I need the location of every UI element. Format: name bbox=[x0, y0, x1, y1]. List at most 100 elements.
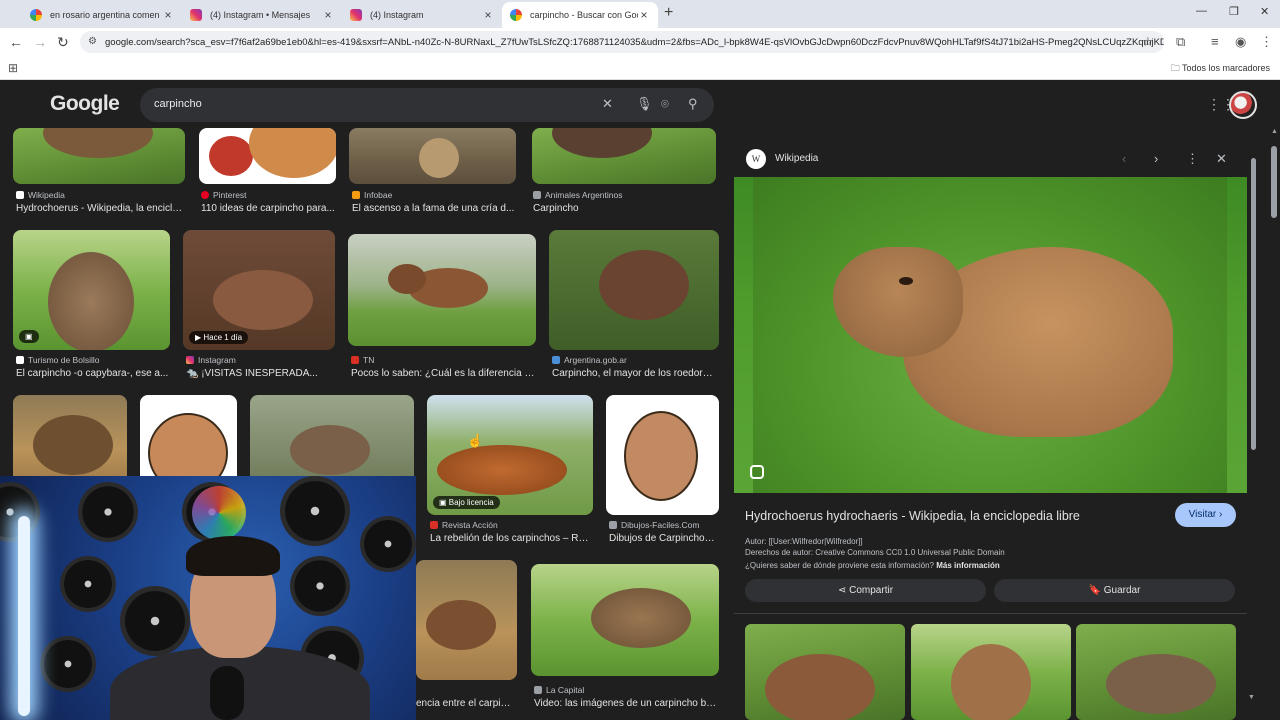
related-image[interactable] bbox=[745, 624, 905, 720]
avatar[interactable] bbox=[1229, 91, 1257, 119]
previous-icon[interactable]: ‹ bbox=[1122, 151, 1126, 166]
result-caption[interactable]: El ascenso a la fama de una cría d... bbox=[352, 203, 516, 214]
panel-header: W Wikipedia ‹ › ⋮ ✕ bbox=[734, 140, 1247, 178]
result-image[interactable] bbox=[531, 564, 719, 676]
panel-scrollbar[interactable] bbox=[1251, 150, 1256, 710]
close-icon[interactable]: × bbox=[162, 8, 174, 22]
close-icon[interactable]: × bbox=[482, 8, 494, 22]
result-caption[interactable]: 🐀 ¡VISITAS INESPERADA... bbox=[186, 368, 334, 379]
search-box[interactable]: carpincho ✕ 🎙 ⌾ ⚲ bbox=[140, 88, 714, 122]
result-image[interactable] bbox=[349, 128, 516, 184]
preview-image[interactable] bbox=[734, 177, 1247, 493]
menu-icon[interactable]: ⋮ bbox=[1260, 34, 1273, 50]
back-icon[interactable]: ← bbox=[9, 34, 23, 50]
tab-title: en rosario argentina comen ga bbox=[50, 10, 162, 20]
result-image[interactable] bbox=[250, 395, 414, 485]
save-button[interactable]: 🔖 Guardar bbox=[994, 579, 1235, 602]
image-preview-panel: W Wikipedia ‹ › ⋮ ✕ Hydrochoerus hydroch… bbox=[734, 140, 1247, 720]
instagram-icon bbox=[350, 9, 362, 21]
search-input[interactable]: carpincho bbox=[154, 98, 202, 110]
reload-icon[interactable]: ↻ bbox=[57, 34, 69, 51]
scroll-down-icon[interactable]: ▼ bbox=[1248, 694, 1255, 701]
result-caption[interactable]: Pocos lo saben: ¿Cuál es la diferencia e… bbox=[351, 368, 536, 379]
visit-label: Visitar bbox=[1188, 509, 1217, 520]
media-icon[interactable]: ≡ bbox=[1211, 34, 1219, 49]
result-caption[interactable]: El carpincho -o capybara-, ese a... bbox=[16, 368, 171, 379]
microphone-icon[interactable]: 🎙 bbox=[636, 96, 653, 112]
tab-title: (4) Instagram bbox=[370, 10, 424, 20]
result-caption[interactable]: encia entre el carpinc... bbox=[416, 698, 516, 709]
result-source: Turismo de Bolsillo bbox=[16, 355, 100, 365]
result-caption[interactable]: 110 ideas de carpincho para... bbox=[201, 203, 335, 214]
lens-search-icon[interactable] bbox=[750, 465, 764, 479]
window-close-icon[interactable]: ✕ bbox=[1260, 5, 1269, 18]
mouse-cursor-icon: ☝ bbox=[467, 433, 484, 448]
info-question-text: ¿Quieres saber de dónde proviene esta in… bbox=[745, 561, 934, 570]
info-question: ¿Quieres saber de dónde proviene esta in… bbox=[745, 561, 1000, 570]
result-image[interactable] bbox=[199, 128, 336, 184]
related-image[interactable] bbox=[911, 624, 1071, 720]
search-icon[interactable]: ⚲ bbox=[688, 96, 698, 112]
close-icon[interactable]: × bbox=[638, 8, 650, 22]
url-field[interactable]: ⚙ google.com/search?sca_esv=f7f6af2a69be… bbox=[80, 31, 1164, 53]
result-image[interactable]: ▶ Hace 1 día bbox=[183, 230, 335, 350]
page-scrollbar[interactable]: ▲ bbox=[1271, 128, 1278, 718]
google-icon bbox=[510, 9, 522, 21]
visit-button[interactable]: Visitar › bbox=[1175, 503, 1236, 527]
restore-icon[interactable]: ❐ bbox=[1229, 5, 1239, 18]
result-source: TN bbox=[351, 355, 374, 365]
new-tab-button[interactable]: + bbox=[664, 4, 673, 22]
instagram-icon bbox=[190, 9, 202, 21]
result-caption[interactable]: Hydrochoerus - Wikipedia, la enciclo... bbox=[16, 203, 184, 214]
bookmark-star-icon[interactable]: ☆ bbox=[1142, 34, 1154, 50]
result-caption[interactable]: Carpincho, el mayor de los roedores... bbox=[552, 368, 718, 379]
tab-carpincho-search[interactable]: carpincho - Buscar con Google × bbox=[502, 2, 658, 28]
all-bookmarks-label: Todos los marcadores bbox=[1181, 63, 1270, 73]
panel-site-name[interactable]: Wikipedia bbox=[775, 153, 818, 164]
result-image[interactable] bbox=[549, 230, 719, 350]
result-caption[interactable]: Dibujos de Carpincho -... bbox=[609, 533, 717, 544]
related-image[interactable] bbox=[1076, 624, 1236, 720]
result-image[interactable] bbox=[532, 128, 716, 184]
tab-title: carpincho - Buscar con Google bbox=[530, 10, 638, 20]
tab-instagram[interactable]: (4) Instagram × bbox=[342, 2, 502, 28]
next-icon[interactable]: › bbox=[1154, 151, 1158, 166]
all-bookmarks-folder[interactable]: 🗀 Todos los marcadores bbox=[1171, 61, 1270, 77]
result-source: Wikipedia bbox=[16, 190, 65, 200]
site-info-icon[interactable]: ⚙ bbox=[88, 36, 97, 47]
rights-text: Derechos de autor: Creative Commons CC0 … bbox=[745, 548, 1005, 557]
result-image[interactable] bbox=[13, 395, 127, 485]
result-image[interactable] bbox=[140, 395, 237, 485]
google-logo[interactable]: Google bbox=[50, 92, 120, 116]
scroll-up-icon[interactable]: ▲ bbox=[1271, 128, 1278, 135]
result-caption[interactable]: Carpincho bbox=[533, 203, 713, 214]
tab-instagram-messages[interactable]: (4) Instagram • Mensajes × bbox=[182, 2, 342, 28]
divider bbox=[734, 613, 1247, 614]
lens-icon[interactable]: ⌾ bbox=[661, 96, 669, 112]
result-image[interactable] bbox=[606, 395, 719, 515]
wikipedia-icon: W bbox=[746, 149, 766, 169]
result-caption[interactable]: La rebelión de los carpinchos – Re... bbox=[430, 533, 590, 544]
more-info-link[interactable]: Más información bbox=[936, 561, 1000, 570]
result-image[interactable] bbox=[416, 560, 517, 680]
panel-title[interactable]: Hydrochoerus hydrochaeris - Wikipedia, l… bbox=[745, 509, 1080, 523]
share-label: Compartir bbox=[849, 585, 894, 596]
result-source: Infobae bbox=[352, 190, 392, 200]
result-image[interactable] bbox=[13, 128, 185, 184]
more-options-icon[interactable]: ⋮ bbox=[1186, 151, 1199, 167]
minimize-icon[interactable]: — bbox=[1196, 5, 1207, 17]
profile-icon[interactable]: ◉ bbox=[1235, 34, 1246, 50]
tab-google-search-1[interactable]: en rosario argentina comen ga × bbox=[22, 2, 182, 28]
forward-icon[interactable]: → bbox=[33, 34, 47, 50]
extensions-icon[interactable]: ⧉ bbox=[1176, 34, 1185, 50]
result-image[interactable]: ▣ bbox=[13, 230, 170, 350]
clear-icon[interactable]: ✕ bbox=[602, 96, 613, 112]
image-icon: ▣ bbox=[19, 330, 39, 343]
result-image[interactable]: ▣ Bajo licencia bbox=[427, 395, 593, 515]
close-icon[interactable]: × bbox=[322, 8, 334, 22]
close-icon[interactable]: ✕ bbox=[1216, 151, 1227, 167]
result-image[interactable] bbox=[348, 234, 536, 346]
apps-icon[interactable]: ⊞ bbox=[8, 61, 18, 75]
result-caption[interactable]: Video: las imágenes de un carpincho be..… bbox=[534, 698, 718, 709]
share-button[interactable]: ⋖ Compartir bbox=[745, 579, 986, 602]
